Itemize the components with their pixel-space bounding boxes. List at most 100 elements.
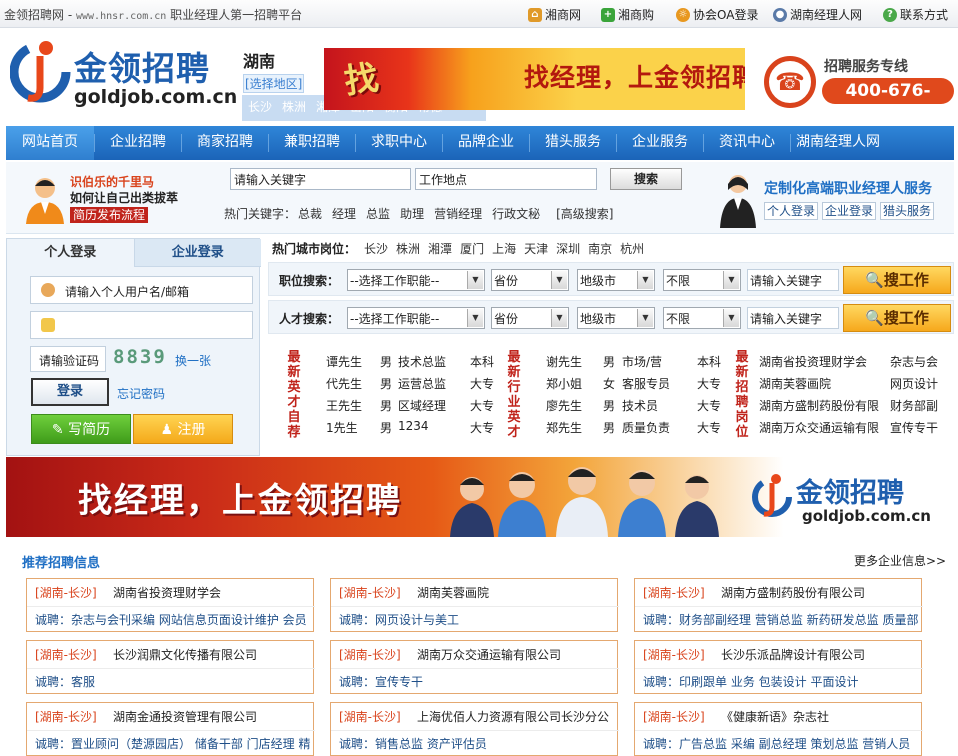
hot-city-link[interactable]: 长沙 <box>364 240 388 257</box>
top-banner[interactable]: 找 找经理，上金领招聘 <box>324 48 745 110</box>
card-company-link[interactable]: 湖南万众交通运输有限公司 <box>417 646 561 663</box>
industry-talent-name-link[interactable]: 廖先生 <box>546 397 582 414</box>
job-limit-select[interactable]: 不限 ▼ <box>663 269 741 291</box>
tab-company-login[interactable]: 企业登录 <box>133 239 261 267</box>
hot-city-link[interactable]: 湘潭 <box>428 240 452 257</box>
hotline: ☎ 招聘服务专线 400-676-1906 <box>764 54 954 127</box>
job-city-select[interactable]: 地级市 ▼ <box>577 269 655 291</box>
city-link[interactable]: 株洲 <box>282 98 306 121</box>
top-link-oa-login[interactable]: ☼ 协会OA登录 <box>676 6 758 23</box>
username-input[interactable]: 请输入个人用户名/邮箱 <box>30 276 253 304</box>
job-company-link[interactable]: 湖南芙蓉画院 <box>759 375 831 392</box>
location-input[interactable]: 工作地点 <box>415 168 597 190</box>
job-company-link[interactable]: 湖南万众交通运输有限 <box>759 419 879 436</box>
talent-keyword-input[interactable]: 请输入关键字 <box>747 307 839 329</box>
keyword-input[interactable]: 请输入关键字 <box>230 168 411 190</box>
top-link-manager-net[interactable]: ● 湖南经理人网 <box>773 6 862 23</box>
talent-name-link[interactable]: 王先生 <box>326 397 362 414</box>
card-company-link[interactable]: 上海优佰人力资源有限公司长沙分公 <box>417 708 609 725</box>
select-region-button[interactable]: [选择地区] <box>243 74 305 93</box>
nav-company-services[interactable]: 企业服务 <box>617 126 703 160</box>
talent-function-select[interactable]: --选择工作职能-- ▼ <box>347 307 485 329</box>
card-company-link[interactable]: 长沙乐派品牌设计有限公司 <box>721 646 865 663</box>
card-company-link[interactable]: 《健康新语》杂志社 <box>721 708 829 725</box>
chevron-down-icon: ▼ <box>637 309 653 327</box>
register-button[interactable]: ♟ 注册 <box>133 414 233 444</box>
card-jobs-link[interactable]: 诚聘：宣传专干 <box>339 673 619 690</box>
exec-headhunter[interactable]: 猎头服务 <box>880 202 935 220</box>
talent-name-link[interactable]: 代先生 <box>326 375 362 392</box>
card-jobs-link[interactable]: 诚聘：网页设计与美工 <box>339 611 619 628</box>
city-link[interactable]: 长沙 <box>248 98 272 121</box>
search-button[interactable]: 搜索 <box>610 168 682 190</box>
hot-keyword-link[interactable]: 总裁 <box>298 205 322 222</box>
nav-parttime-jobs[interactable]: 兼职招聘 <box>269 126 355 160</box>
card-company-link[interactable]: 湖南芙蓉画院 <box>417 584 489 601</box>
nav-company-jobs[interactable]: 企业招聘 <box>95 126 181 160</box>
login-button[interactable]: 登录 <box>31 378 109 406</box>
site-logo[interactable]: 金领招聘 goldjob.com.cn <box>9 38 237 114</box>
hot-keyword-link[interactable]: 助理 <box>400 205 424 222</box>
nav-manager-net[interactable]: 湖南经理人网 <box>791 126 885 160</box>
hot-keyword-link[interactable]: 营销经理 <box>434 205 482 222</box>
nav-headhunter[interactable]: 猎头服务 <box>530 126 616 160</box>
job-province-select[interactable]: 省份 ▼ <box>491 269 569 291</box>
hot-city-link[interactable]: 上海 <box>492 240 516 257</box>
job-company-link[interactable]: 湖南方盛制药股份有限 <box>759 397 879 414</box>
card-jobs-link[interactable]: 诚聘：客服 <box>35 673 315 690</box>
refresh-captcha-link[interactable]: 换一张 <box>175 352 211 369</box>
job-title-link[interactable]: 网页设计 <box>890 375 938 392</box>
tab-personal-login[interactable]: 个人登录 <box>7 239 134 267</box>
card-company-link[interactable]: 长沙润鼎文化传播有限公司 <box>113 646 257 663</box>
exec-company-login[interactable]: 企业登录 <box>822 202 877 220</box>
main-banner[interactable]: 找经理，上金领招聘 金领招聘 goldjob.com.cn <box>6 457 954 537</box>
nav-home[interactable]: 网站首页 <box>6 126 94 160</box>
nav-merchant-jobs[interactable]: 商家招聘 <box>182 126 268 160</box>
job-keyword-input[interactable]: 请输入关键字 <box>747 269 839 291</box>
top-link-shop[interactable]: + 湘商购 <box>601 6 654 23</box>
hot-city-link[interactable]: 天津 <box>524 240 548 257</box>
more-companies-link[interactable]: 更多企业信息>> <box>854 552 946 569</box>
resume-guide-link[interactable]: 简历发布流程 <box>70 207 149 223</box>
forgot-password-link[interactable]: 忘记密码 <box>117 385 165 402</box>
password-input[interactable] <box>30 311 253 339</box>
top-link-xiangshang[interactable]: ⌂ 湘商网 <box>528 6 581 23</box>
nav-news[interactable]: 资讯中心 <box>704 126 790 160</box>
card-jobs-link[interactable]: 诚聘：财务部副经理 营销总监 新药研发总监 质量部 <box>643 611 923 628</box>
talent-name-link[interactable]: 1先生 <box>326 419 358 436</box>
captcha-input[interactable]: 请输验证码 <box>30 346 106 372</box>
card-jobs-link[interactable]: 诚聘：印刷跟单 业务 包装设计 平面设计 <box>643 673 923 690</box>
talent-limit-select[interactable]: 不限 ▼ <box>663 307 741 329</box>
talent-search-button[interactable]: 🔍搜工作 <box>843 304 951 332</box>
job-company-link[interactable]: 湖南省投资理财学会 <box>759 353 867 370</box>
card-jobs-link[interactable]: 诚聘：杂志与会刊采编 网站信息页面设计维护 会员 <box>35 611 315 628</box>
hot-city-link[interactable]: 厦门 <box>460 240 484 257</box>
job-title-link[interactable]: 宣传专干 <box>890 419 938 436</box>
hot-city-link[interactable]: 株洲 <box>396 240 420 257</box>
industry-talent-name-link[interactable]: 郑先生 <box>546 419 582 436</box>
hot-city-link[interactable]: 杭州 <box>620 240 644 257</box>
write-resume-button[interactable]: ✎ 写简历 <box>31 414 131 444</box>
hot-city-link[interactable]: 深圳 <box>556 240 580 257</box>
exec-personal-login[interactable]: 个人登录 <box>764 202 819 220</box>
talent-name-link[interactable]: 谭先生 <box>326 353 362 370</box>
card-company-link[interactable]: 湖南省投资理财学会 <box>113 584 221 601</box>
hot-keyword-link[interactable]: 行政文秘 <box>492 205 540 222</box>
advanced-search-link[interactable]: [高级搜索] <box>556 205 613 222</box>
job-search-button[interactable]: 🔍搜工作 <box>843 266 951 294</box>
hot-city-link[interactable]: 南京 <box>588 240 612 257</box>
industry-talent-name-link[interactable]: 谢先生 <box>546 353 582 370</box>
hot-keyword-link[interactable]: 经理 <box>332 205 356 222</box>
talent-province-select[interactable]: 省份 ▼ <box>491 307 569 329</box>
top-link-contact[interactable]: ? 联系方式 <box>883 6 948 23</box>
talent-city-select[interactable]: 地级市 ▼ <box>577 307 655 329</box>
card-company-link[interactable]: 湖南金通投资管理有限公司 <box>113 708 257 725</box>
job-title-link[interactable]: 财务部副 <box>890 397 938 414</box>
nav-jobseeker-center[interactable]: 求职中心 <box>356 126 442 160</box>
card-company-link[interactable]: 湖南方盛制药股份有限公司 <box>721 584 865 601</box>
job-title-link[interactable]: 杂志与会 <box>890 353 938 370</box>
nav-brand-companies[interactable]: 品牌企业 <box>443 126 529 160</box>
job-function-select[interactable]: --选择工作职能-- ▼ <box>347 269 485 291</box>
hot-keyword-link[interactable]: 总监 <box>366 205 390 222</box>
industry-talent-name-link[interactable]: 郑小姐 <box>546 375 582 392</box>
